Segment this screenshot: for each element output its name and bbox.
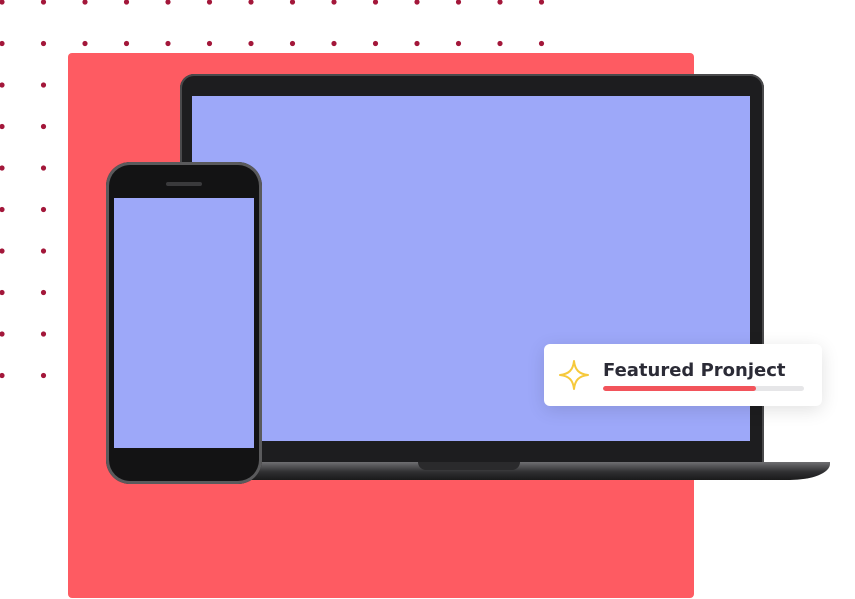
pattern-dot — [40, 123, 47, 130]
featured-progress-fill — [603, 386, 756, 391]
phone-mockup — [106, 162, 262, 484]
pattern-dot — [123, 0, 130, 5]
pattern-dot — [0, 248, 5, 254]
pattern-dot — [331, 40, 337, 47]
laptop-notch — [418, 462, 520, 470]
pattern-dot — [40, 82, 47, 88]
pattern-dot — [289, 40, 296, 47]
pattern-dot — [414, 40, 420, 47]
pattern-dot — [455, 40, 462, 47]
phone-speaker — [166, 182, 202, 186]
pattern-dot — [0, 165, 5, 171]
pattern-dot — [165, 40, 171, 47]
pattern-dot — [0, 331, 5, 337]
pattern-dot — [455, 0, 462, 5]
pattern-dot — [0, 0, 5, 5]
featured-progress-track — [603, 386, 804, 391]
pattern-dot — [40, 165, 47, 171]
pattern-dot — [40, 206, 47, 213]
pattern-dot — [206, 40, 213, 47]
pattern-dot — [248, 0, 254, 5]
sparkle-icon — [559, 360, 589, 390]
pattern-dot — [0, 123, 5, 130]
pattern-dot — [40, 40, 47, 47]
featured-project-title: Featured Pronject — [603, 360, 786, 381]
pattern-dot — [0, 82, 5, 88]
pattern-dot — [538, 0, 545, 5]
pattern-dot — [289, 0, 296, 5]
pattern-dot — [248, 40, 254, 47]
pattern-dot — [372, 40, 379, 47]
pattern-dot — [0, 372, 5, 379]
phone-screen — [114, 198, 254, 448]
pattern-dot — [0, 40, 5, 47]
pattern-dot — [497, 40, 503, 47]
pattern-dot — [40, 289, 47, 296]
pattern-dot — [331, 0, 337, 5]
featured-project-card[interactable]: Featured Pronject — [544, 344, 822, 406]
pattern-dot — [538, 40, 545, 47]
pattern-dot — [497, 0, 503, 5]
pattern-dot — [82, 0, 88, 5]
pattern-dot — [414, 0, 420, 5]
pattern-dot — [0, 289, 5, 296]
pattern-dot — [123, 40, 130, 47]
pattern-dot — [206, 0, 213, 5]
pattern-dot — [40, 331, 47, 337]
pattern-dot — [40, 0, 47, 5]
pattern-dot — [40, 372, 47, 379]
pattern-dot — [82, 40, 88, 47]
pattern-dot — [40, 248, 47, 254]
hero-illustration: Featured Pronject — [0, 0, 855, 599]
pattern-dot — [372, 0, 379, 5]
pattern-dot — [165, 0, 171, 5]
pattern-dot — [0, 206, 5, 213]
